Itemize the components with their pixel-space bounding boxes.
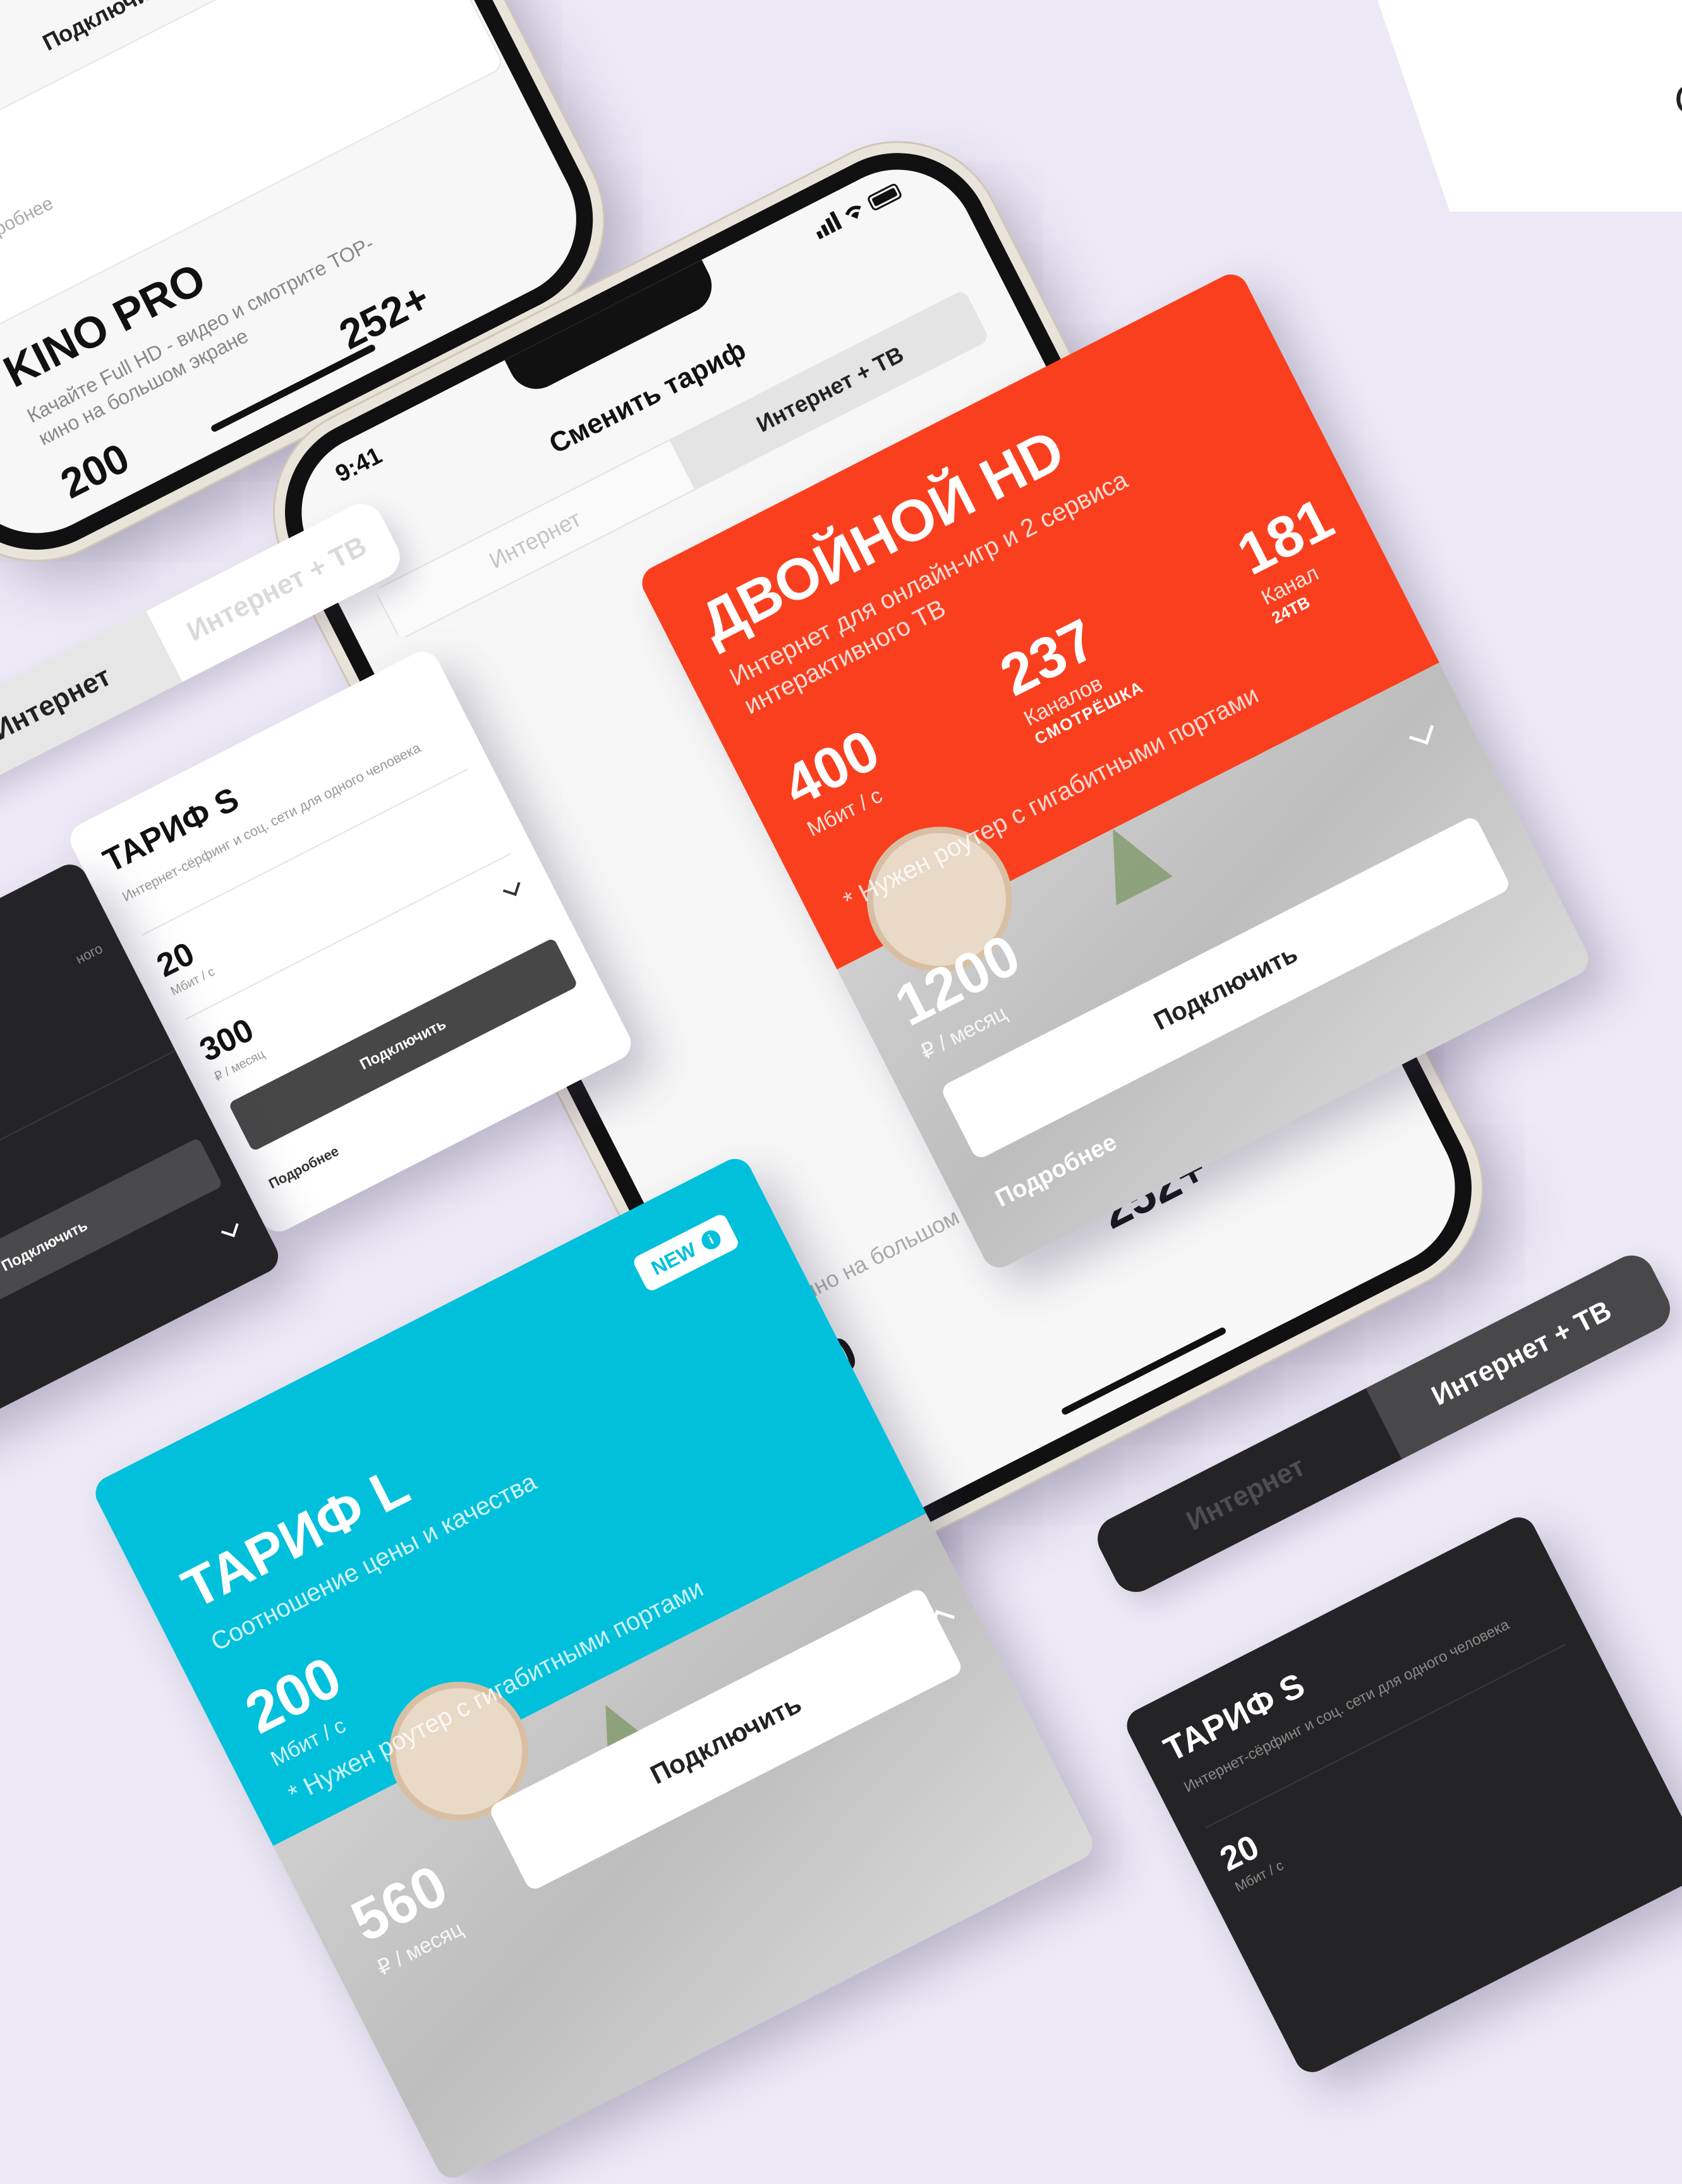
card-tariff-s-dark: ТАРИФ S Интернет-сёрфинг и соц. сети для…: [1120, 1511, 1682, 2078]
card-s-dark-group: ТАРИФ S Интернет-сёрфинг и соц. сети для…: [1120, 1511, 1682, 2078]
status-icons: [811, 180, 904, 240]
status-time: 9:41: [331, 442, 387, 488]
card-dark-left-desc: ного: [73, 940, 106, 968]
seg-dark-internet-tv[interactable]: Интернет + ТВ: [1365, 1247, 1678, 1460]
corner-letter: О: [1674, 76, 1682, 123]
kino-pro-price: 200: [53, 434, 136, 507]
signal-icon: [811, 210, 842, 240]
wifi-icon: [842, 200, 867, 224]
expand-chevron-icon[interactable]: [221, 1220, 239, 1237]
home-indicator: [1060, 1326, 1227, 1416]
card-dark-left-connect-button[interactable]: Подключить: [0, 1137, 224, 1356]
corner-panel: О: [1377, 0, 1682, 212]
seg-light-internet[interactable]: Интернет: [0, 610, 183, 797]
divider: [1205, 1644, 1566, 1829]
card-s-light-more-link[interactable]: Подробнее: [266, 1143, 342, 1192]
phone-topleft-more[interactable]: Подробнее: [0, 193, 57, 257]
expand-chevron-icon[interactable]: [502, 878, 521, 896]
info-icon[interactable]: i: [698, 1227, 724, 1253]
seg-dark-internet[interactable]: Интернет: [1090, 1388, 1402, 1600]
battery-icon: [866, 182, 904, 212]
